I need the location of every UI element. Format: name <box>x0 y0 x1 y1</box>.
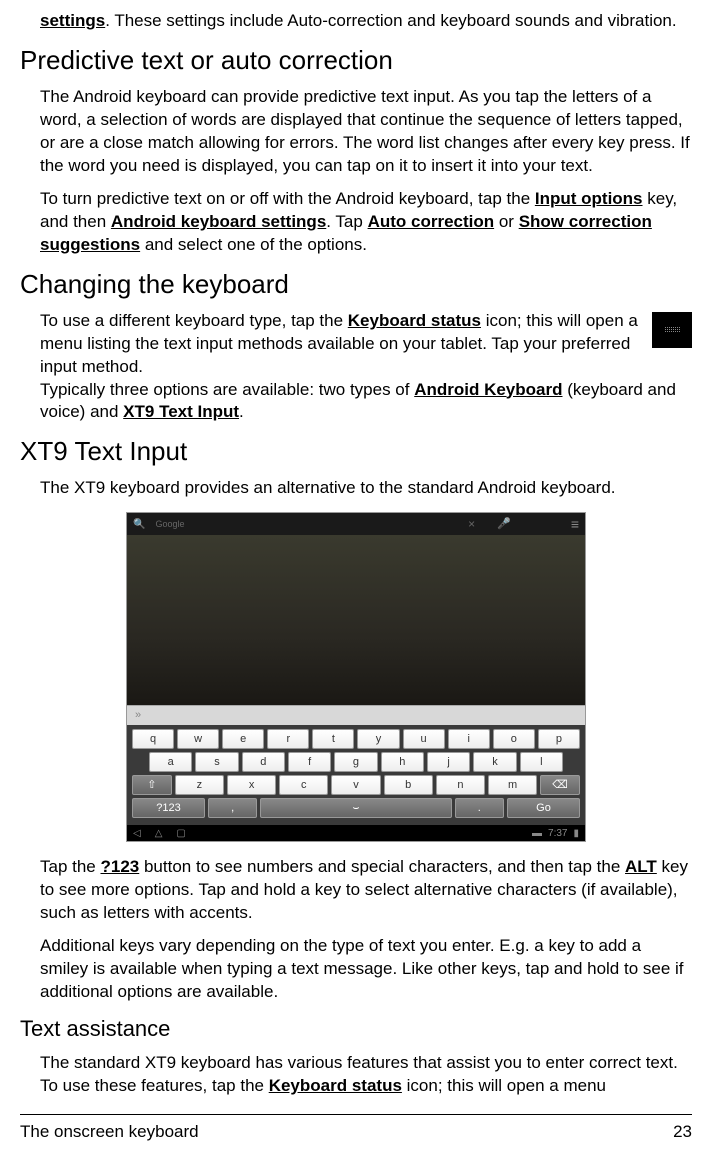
kb-row4: ?123 , ⌣ . Go <box>129 798 583 818</box>
key-123: ?123 <box>132 798 205 818</box>
intro-rest: . These settings include Auto-correction… <box>105 11 676 30</box>
key-g: g <box>334 752 377 772</box>
footer-title: The onscreen keyboard <box>20 1121 199 1144</box>
key-space: ⌣ <box>260 798 451 818</box>
key-backspace: ⌫ <box>540 775 580 795</box>
keyboard-status-icon <box>652 312 692 348</box>
status-icon: ▬ <box>532 827 542 841</box>
key-comma: , <box>208 798 257 818</box>
key-w: w <box>177 729 219 749</box>
key-period: . <box>455 798 504 818</box>
key-e: e <box>222 729 264 749</box>
kb-background <box>127 535 585 705</box>
kb-row3: ⇧ z x c v b n m ⌫ <box>129 775 583 795</box>
xt9-keyboard-screenshot: 🔍 Google × 🎤 ≡ » q w e r t y u i o p a s… <box>126 512 586 842</box>
home-icon: △ <box>155 827 163 841</box>
key-a: a <box>149 752 192 772</box>
kb-keys-area: q w e r t y u i o p a s d f g h j k l ⇧ … <box>127 725 585 825</box>
key-y: y <box>357 729 399 749</box>
menu-icon: ≡ <box>571 515 579 534</box>
key-r: r <box>267 729 309 749</box>
kb-row1: q w e r t y u i o p <box>129 729 583 749</box>
search-icon: 🔍 <box>133 518 145 532</box>
kb-suggestion-bar: » <box>127 705 585 725</box>
key-shift: ⇧ <box>132 775 172 795</box>
recent-icon: ▢ <box>176 827 185 841</box>
kb-row2: a s d f g h j k l <box>129 752 583 772</box>
page-footer: The onscreen keyboard 23 <box>20 1114 692 1144</box>
clock: 7:37 <box>548 827 567 841</box>
key-q: q <box>132 729 174 749</box>
heading-changing: Changing the keyboard <box>20 267 692 302</box>
battery-icon: ▮ <box>573 827 579 841</box>
key-i: i <box>448 729 490 749</box>
chevron-icon: » <box>135 708 141 723</box>
assist-para: The standard XT9 keyboard has various fe… <box>40 1052 692 1098</box>
kb-navbar: ◁ △ ▢ ▬ 7:37 ▮ <box>127 825 585 841</box>
key-f: f <box>288 752 331 772</box>
predictive-para1: The Android keyboard can provide predict… <box>40 86 692 178</box>
key-z: z <box>175 775 224 795</box>
predictive-para2: To turn predictive text on or off with t… <box>40 188 692 257</box>
key-u: u <box>403 729 445 749</box>
key-l: l <box>520 752 563 772</box>
key-d: d <box>242 752 285 772</box>
heading-xt9: XT9 Text Input <box>20 434 692 469</box>
status-area: ▬ 7:37 ▮ <box>532 827 579 841</box>
key-k: k <box>473 752 516 772</box>
key-t: t <box>312 729 354 749</box>
heading-predictive: Predictive text or auto correction <box>20 43 692 78</box>
intro-paragraph: settings. These settings include Auto-co… <box>40 10 692 33</box>
key-c: c <box>279 775 328 795</box>
heading-assist: Text assistance <box>20 1014 692 1044</box>
key-go: Go <box>507 798 580 818</box>
xt9-para2: Tap the ?123 button to see numbers and s… <box>40 856 692 925</box>
close-icon: × <box>468 516 475 532</box>
xt9-para1: The XT9 keyboard provides an alternative… <box>40 477 692 500</box>
key-h: h <box>381 752 424 772</box>
key-x: x <box>227 775 276 795</box>
key-v: v <box>331 775 380 795</box>
key-m: m <box>488 775 537 795</box>
xt9-para3: Additional keys vary depending on the ty… <box>40 935 692 1004</box>
key-b: b <box>384 775 433 795</box>
key-j: j <box>427 752 470 772</box>
back-icon: ◁ <box>133 827 141 841</box>
key-p: p <box>538 729 580 749</box>
kb-search-bar: 🔍 Google × 🎤 ≡ <box>127 513 585 535</box>
key-s: s <box>195 752 238 772</box>
page-number: 23 <box>673 1121 692 1144</box>
search-label: Google <box>155 518 184 530</box>
changing-para1: To use a different keyboard type, tap th… <box>40 310 692 425</box>
mic-icon: 🎤 <box>497 517 511 532</box>
key-o: o <box>493 729 535 749</box>
settings-bold: settings <box>40 11 105 30</box>
key-n: n <box>436 775 485 795</box>
